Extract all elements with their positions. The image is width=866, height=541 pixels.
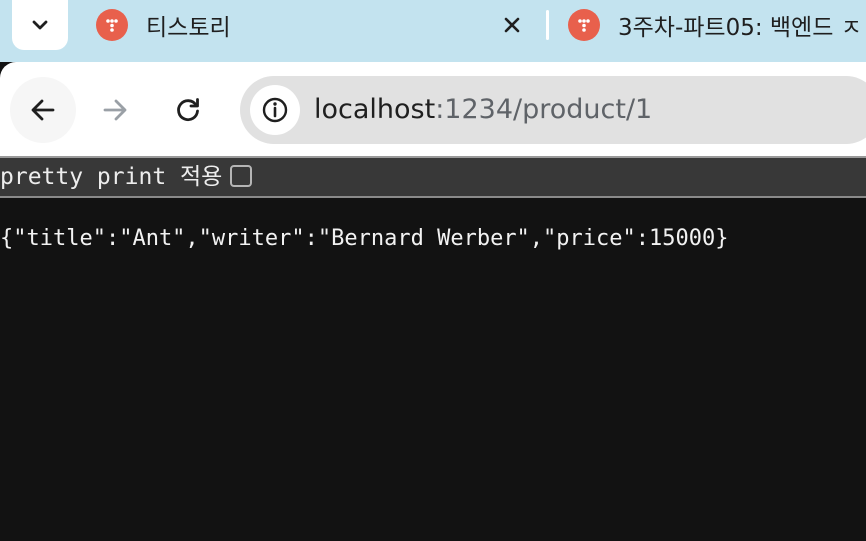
tab-title: 티스토리 xyxy=(146,15,231,41)
tab-backend-post[interactable]: 3주차-파트05: 백엔드 ㅈ xyxy=(556,0,866,50)
tab-close-button[interactable] xyxy=(496,9,528,41)
tistory-favicon xyxy=(96,9,128,41)
forward-button[interactable] xyxy=(82,77,148,143)
tab-search-button[interactable] xyxy=(12,0,68,50)
chevron-down-icon xyxy=(32,20,48,30)
close-icon xyxy=(504,17,520,33)
forward-arrow-icon xyxy=(103,99,127,121)
tab-tistory[interactable]: 티스토리 xyxy=(84,0,538,50)
back-button[interactable] xyxy=(10,77,76,143)
site-info-button[interactable] xyxy=(250,85,300,135)
toolbar: localhost:1234/product/1 xyxy=(0,62,866,156)
reload-button[interactable] xyxy=(155,77,221,143)
back-arrow-icon xyxy=(31,99,55,121)
url-path: :1234/product/1 xyxy=(435,94,653,125)
reload-icon xyxy=(177,98,199,122)
info-icon xyxy=(262,97,288,123)
tab-title: 3주차-파트05: 백엔드 ㅈ xyxy=(618,15,862,41)
url-text[interactable]: localhost:1234/product/1 xyxy=(314,94,652,126)
json-response: {"title":"Ant","writer":"Bernard Werber"… xyxy=(0,226,729,251)
browser-window: 티스토리 3주차-파트05: 백엔드 ㅈ localhost:1234/prod… xyxy=(0,0,866,541)
pretty-print-checkbox[interactable] xyxy=(230,165,252,187)
url-host: localhost xyxy=(314,94,436,125)
address-bar[interactable]: localhost:1234/product/1 xyxy=(240,76,866,144)
tab-divider xyxy=(546,10,549,40)
pretty-print-bar: pretty print 적용 xyxy=(0,158,866,198)
tistory-favicon xyxy=(568,9,600,41)
tab-strip: 티스토리 3주차-파트05: 백엔드 ㅈ xyxy=(0,0,866,62)
pretty-print-label: pretty print 적용 xyxy=(0,164,223,190)
